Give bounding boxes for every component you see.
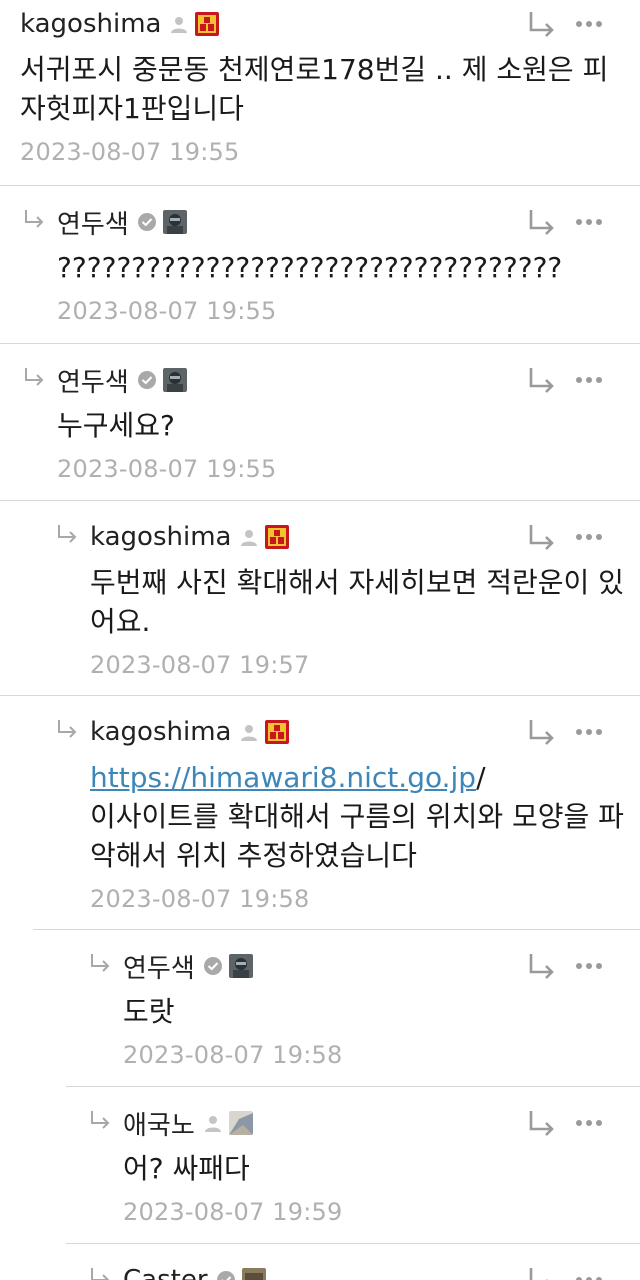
reply-indent-icon — [88, 1266, 112, 1280]
reply-icon[interactable] — [526, 364, 558, 396]
reply-indent-icon — [55, 718, 79, 742]
comment-text: ?????????????????????????????????? — [57, 251, 563, 284]
author-name[interactable]: Caster — [123, 1265, 208, 1280]
more-options-icon[interactable] — [574, 951, 604, 981]
reply-indent-icon — [88, 1109, 112, 1133]
more-options-icon[interactable] — [574, 1108, 604, 1138]
photo-avatar[interactable] — [241, 1268, 266, 1280]
comment: 애국노 어? 싸패다 2023-08-07 19:59 — [66, 1086, 640, 1226]
author-name[interactable]: 애국노 — [123, 1105, 195, 1142]
comment-text: 두번째 사진 확대해서 자세히보면 적란운이 있어요. — [90, 566, 624, 638]
comment-header: 연두색 — [123, 946, 624, 986]
timestamp: 2023-08-07 19:59 — [123, 1198, 343, 1226]
author-name[interactable]: kagoshima — [20, 9, 161, 39]
timestamp: 2023-08-07 19:57 — [90, 651, 310, 679]
user-icon — [169, 14, 189, 34]
reply-indent-icon — [88, 952, 112, 976]
timestamp: 2023-08-07 19:55 — [20, 138, 240, 166]
photo-avatar[interactable] — [228, 1111, 253, 1135]
reply-icon[interactable] — [526, 950, 558, 982]
reply-indent-icon — [22, 208, 46, 232]
more-options-icon[interactable] — [574, 1265, 604, 1280]
comment-actions — [526, 8, 604, 40]
reply-icon[interactable] — [526, 716, 558, 748]
kagoshima-avatar[interactable] — [265, 720, 290, 744]
comment-actions — [526, 206, 604, 238]
author-name[interactable]: 연두색 — [57, 204, 129, 241]
author-name[interactable]: 연두색 — [57, 362, 129, 399]
user-icon — [239, 722, 259, 742]
reply-icon[interactable] — [526, 8, 558, 40]
photo-avatar[interactable] — [162, 210, 187, 234]
reply-indent-icon — [55, 523, 79, 547]
verified-icon — [137, 212, 157, 232]
comment-header: Caster — [123, 1260, 624, 1280]
comment-header: kagoshima — [20, 4, 624, 44]
comment-header: 애국노 — [123, 1103, 624, 1143]
timestamp: 2023-08-07 19:55 — [57, 455, 277, 483]
comment-text: 어? 싸패다 — [123, 1152, 250, 1185]
comment-header: 연두색 — [57, 360, 624, 400]
timestamp: 2023-08-07 19:55 — [57, 297, 277, 325]
timestamp: 2023-08-07 19:58 — [90, 885, 310, 913]
comment-actions — [526, 716, 604, 748]
comment: 연두색 도랏 2023-08-07 19:58 — [33, 929, 640, 1069]
comment-text: 서귀포시 중문동 천제연로178번길 .. 제 소원은 피자헛피자1판입니다 — [20, 53, 609, 125]
comment-actions — [526, 950, 604, 982]
comment-actions — [526, 521, 604, 553]
comment-header: 연두색 — [57, 202, 624, 242]
photo-avatar[interactable] — [228, 954, 253, 978]
more-options-icon[interactable] — [574, 365, 604, 395]
comment-text-rest: 이사이트를 확대해서 구름의 위치와 모양을 파악해서 위치 추정하였습니다 — [90, 800, 624, 872]
comment-actions — [526, 1264, 604, 1280]
reply-icon[interactable] — [526, 521, 558, 553]
reply-icon[interactable] — [526, 206, 558, 238]
kagoshima-avatar[interactable] — [195, 12, 220, 36]
comment-header: kagoshima — [90, 712, 624, 752]
user-icon — [239, 527, 259, 547]
comment: Caster — [66, 1243, 640, 1280]
comment-text: 도랏 — [123, 995, 175, 1028]
reply-icon[interactable] — [526, 1264, 558, 1280]
more-options-icon[interactable] — [574, 9, 604, 39]
comment: kagoshima https://himawari8.nict.go.jp/ … — [0, 695, 640, 913]
timestamp: 2023-08-07 19:58 — [123, 1041, 343, 1069]
kagoshima-avatar[interactable] — [265, 525, 290, 549]
comment-text: 누구세요? — [57, 409, 175, 442]
author-name[interactable]: kagoshima — [90, 717, 231, 747]
verified-icon — [216, 1270, 236, 1280]
comment: kagoshima 두번째 사진 확대해서 자세히보면 적란운이 있어요. 20… — [0, 500, 640, 679]
comment: 연두색 누구세요? 2023-08-07 19:55 — [0, 343, 640, 483]
verified-icon — [137, 370, 157, 390]
photo-avatar[interactable] — [162, 368, 187, 392]
comment-thread: kagoshima 서귀포시 중문동 천제연로178번길 .. 제 소원은 피자… — [0, 0, 640, 1280]
external-link[interactable]: https://himawari8.nict.go.jp — [90, 761, 476, 794]
reply-indent-icon — [22, 366, 46, 390]
user-icon — [203, 1113, 223, 1133]
more-options-icon[interactable] — [574, 717, 604, 747]
verified-icon — [203, 956, 223, 976]
author-name[interactable]: kagoshima — [90, 522, 231, 552]
more-options-icon[interactable] — [574, 207, 604, 237]
comment-text: https://himawari8.nict.go.jp/ 이사이트를 확대해서… — [90, 758, 624, 875]
author-name[interactable]: 연두색 — [123, 948, 195, 985]
comment-header: kagoshima — [90, 517, 624, 557]
more-options-icon[interactable] — [574, 522, 604, 552]
comment-actions — [526, 1107, 604, 1139]
link-suffix: / — [476, 761, 486, 794]
comment: 연두색 ?????????????????????????????????? 2… — [0, 185, 640, 325]
reply-icon[interactable] — [526, 1107, 558, 1139]
comment: kagoshima 서귀포시 중문동 천제연로178번길 .. 제 소원은 피자… — [20, 4, 640, 166]
comment-actions — [526, 364, 604, 396]
